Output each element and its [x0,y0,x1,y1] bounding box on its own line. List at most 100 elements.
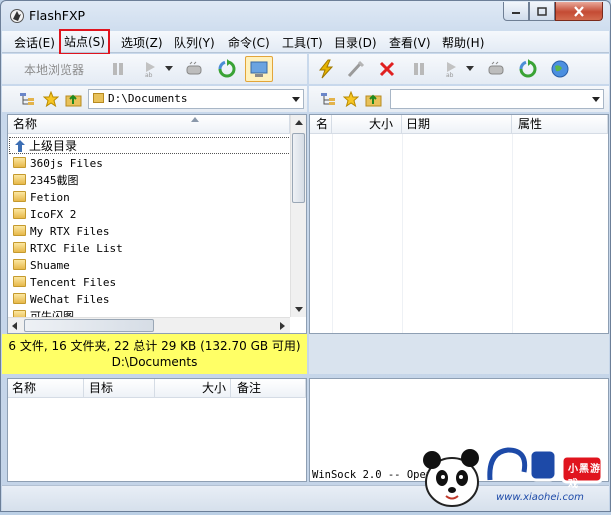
local-horizontal-scrollbar[interactable] [8,317,290,333]
cross-icon [379,61,395,77]
menu-view[interactable]: 查看(V) [389,34,431,51]
list-item[interactable]: 2345截图 [9,172,79,189]
menu-options[interactable]: 选项(Z) [121,34,163,51]
minimize-button[interactable] [503,2,529,21]
list-item[interactable]: Fetion [9,189,70,206]
local-vertical-scrollbar[interactable] [290,115,306,317]
remote-browser-button[interactable] [549,58,571,80]
list-item[interactable]: RTXC File List [9,240,123,257]
refresh-connection-button[interactable] [184,58,206,80]
local-path-combo[interactable]: D:\Documents [88,89,304,109]
local-browser-label[interactable]: 本地浏览器 [24,61,84,78]
list-item-label: Tencent Files [30,276,117,289]
queue-col-note[interactable]: 备注 [231,379,306,398]
remote-toolbar: ab [309,54,609,84]
menu-help[interactable]: 帮助(H) [442,34,484,51]
window-title: FlashFXP [29,8,86,23]
disconnect-button[interactable] [345,58,367,80]
list-item[interactable]: My RTX Files [9,223,109,240]
scroll-right-arrow-icon[interactable] [280,322,285,330]
close-button[interactable] [555,2,603,21]
svg-text:ab: ab [446,72,454,78]
remote-pause-button[interactable] [408,58,430,80]
transfer-icon: ab [446,62,456,78]
queue-col-target-label: 目标 [89,381,114,395]
chevron-down-icon [165,66,173,71]
local-favorites-button[interactable] [40,88,62,110]
remote-status-panel [309,334,609,374]
remote-file-list[interactable]: 名 大小 日期 属性 [309,114,609,334]
remote-path-combo[interactable] [390,89,604,109]
transfer-dropdown[interactable] [162,58,176,80]
list-item-label: WeChat Files [30,293,110,306]
local-hscroll-thumb[interactable] [24,319,154,332]
queue-col-name[interactable]: 名称 [8,379,84,398]
remote-up-folder-button[interactable] [363,88,385,110]
queue-col-target[interactable]: 目标 [84,379,155,398]
local-vscroll-thumb[interactable] [292,133,305,203]
folder-icon [13,242,26,253]
remote-favorites-button[interactable] [340,88,362,110]
folder-icon [13,293,26,304]
queue-list[interactable]: 名称 目标 大小 备注 [7,378,307,482]
menu-session[interactable]: 会话(E) [14,34,55,51]
svg-text:ab: ab [145,72,153,78]
abort-button[interactable] [376,58,398,80]
remote-col-date-label: 日期 [406,117,431,131]
list-item-label: IcoFX 2 [30,208,77,221]
list-item[interactable]: WeChat Files [9,291,109,308]
list-item[interactable]: IcoFX 2 [9,206,76,223]
scroll-up-arrow-icon[interactable] [295,120,303,125]
menu-tools[interactable]: 工具(T) [282,34,323,51]
remote-refresh-button[interactable] [517,58,539,80]
scroll-down-arrow-icon[interactable] [295,307,303,312]
queue-col-size[interactable]: 大小 [155,379,231,398]
local-tree-button[interactable] [16,88,38,110]
list-item[interactable]: Tencent Files [9,274,116,291]
remote-col-attr[interactable]: 属性 [512,115,608,134]
folder-icon [13,174,26,185]
tree-icon [321,93,335,105]
menu-queue[interactable]: 队列(Y) [174,34,215,51]
pause-button[interactable] [107,58,129,80]
menu-sites[interactable]: 站点(S) [59,29,110,55]
local-browser-toggle[interactable] [245,56,273,82]
remote-col-size[interactable]: 大小 [332,115,402,134]
connect-button[interactable] [315,58,337,80]
remote-transfer-dropdown[interactable] [463,58,477,80]
folder-up-icon [365,94,382,107]
maximize-button[interactable] [529,2,555,21]
transfer-button[interactable]: ab [140,58,162,80]
remote-address-bar [309,86,609,112]
watermark-url: www.xiaohei.com [496,492,584,503]
cable-icon [488,61,504,75]
list-item-parent[interactable]: 上级目录 [9,137,291,154]
list-item[interactable]: 360js Files [9,155,103,172]
remote-tree-button[interactable] [317,88,339,110]
minimize-icon [512,12,520,14]
local-up-folder-button[interactable] [63,88,85,110]
local-col-name[interactable]: 名称 [8,115,290,134]
remote-cable-button[interactable] [486,58,508,80]
folder-icon [93,93,104,103]
refresh-button[interactable] [216,58,238,80]
remote-transfer-button[interactable]: ab [441,58,463,80]
local-file-list[interactable]: 名称 上级目录 360js Files 2345截图 Fetion IcoFX … [7,114,307,334]
remote-col-name[interactable]: 名 [310,115,332,134]
title-bar[interactable]: FlashFXP [1,1,610,31]
refresh-icon [218,59,236,78]
list-item-label: 360js Files [30,157,103,170]
menu-directory[interactable]: 目录(D) [334,34,377,51]
folder-icon [13,259,26,270]
scroll-left-arrow-icon[interactable] [12,322,17,330]
queue-col-size-label: 大小 [201,381,226,395]
menu-commands[interactable]: 命令(C) [228,34,270,51]
log-line: WinSock 2.0 -- Open [312,469,433,481]
remote-col-name-label: 名 [316,117,329,131]
local-path-value: D:\Documents [108,92,188,105]
remote-col-attr-label: 属性 [518,117,543,131]
local-address-bar: D:\Documents [2,86,307,112]
column-divider [332,134,333,333]
list-item[interactable]: Shuame [9,257,70,274]
remote-col-date[interactable]: 日期 [402,115,512,134]
